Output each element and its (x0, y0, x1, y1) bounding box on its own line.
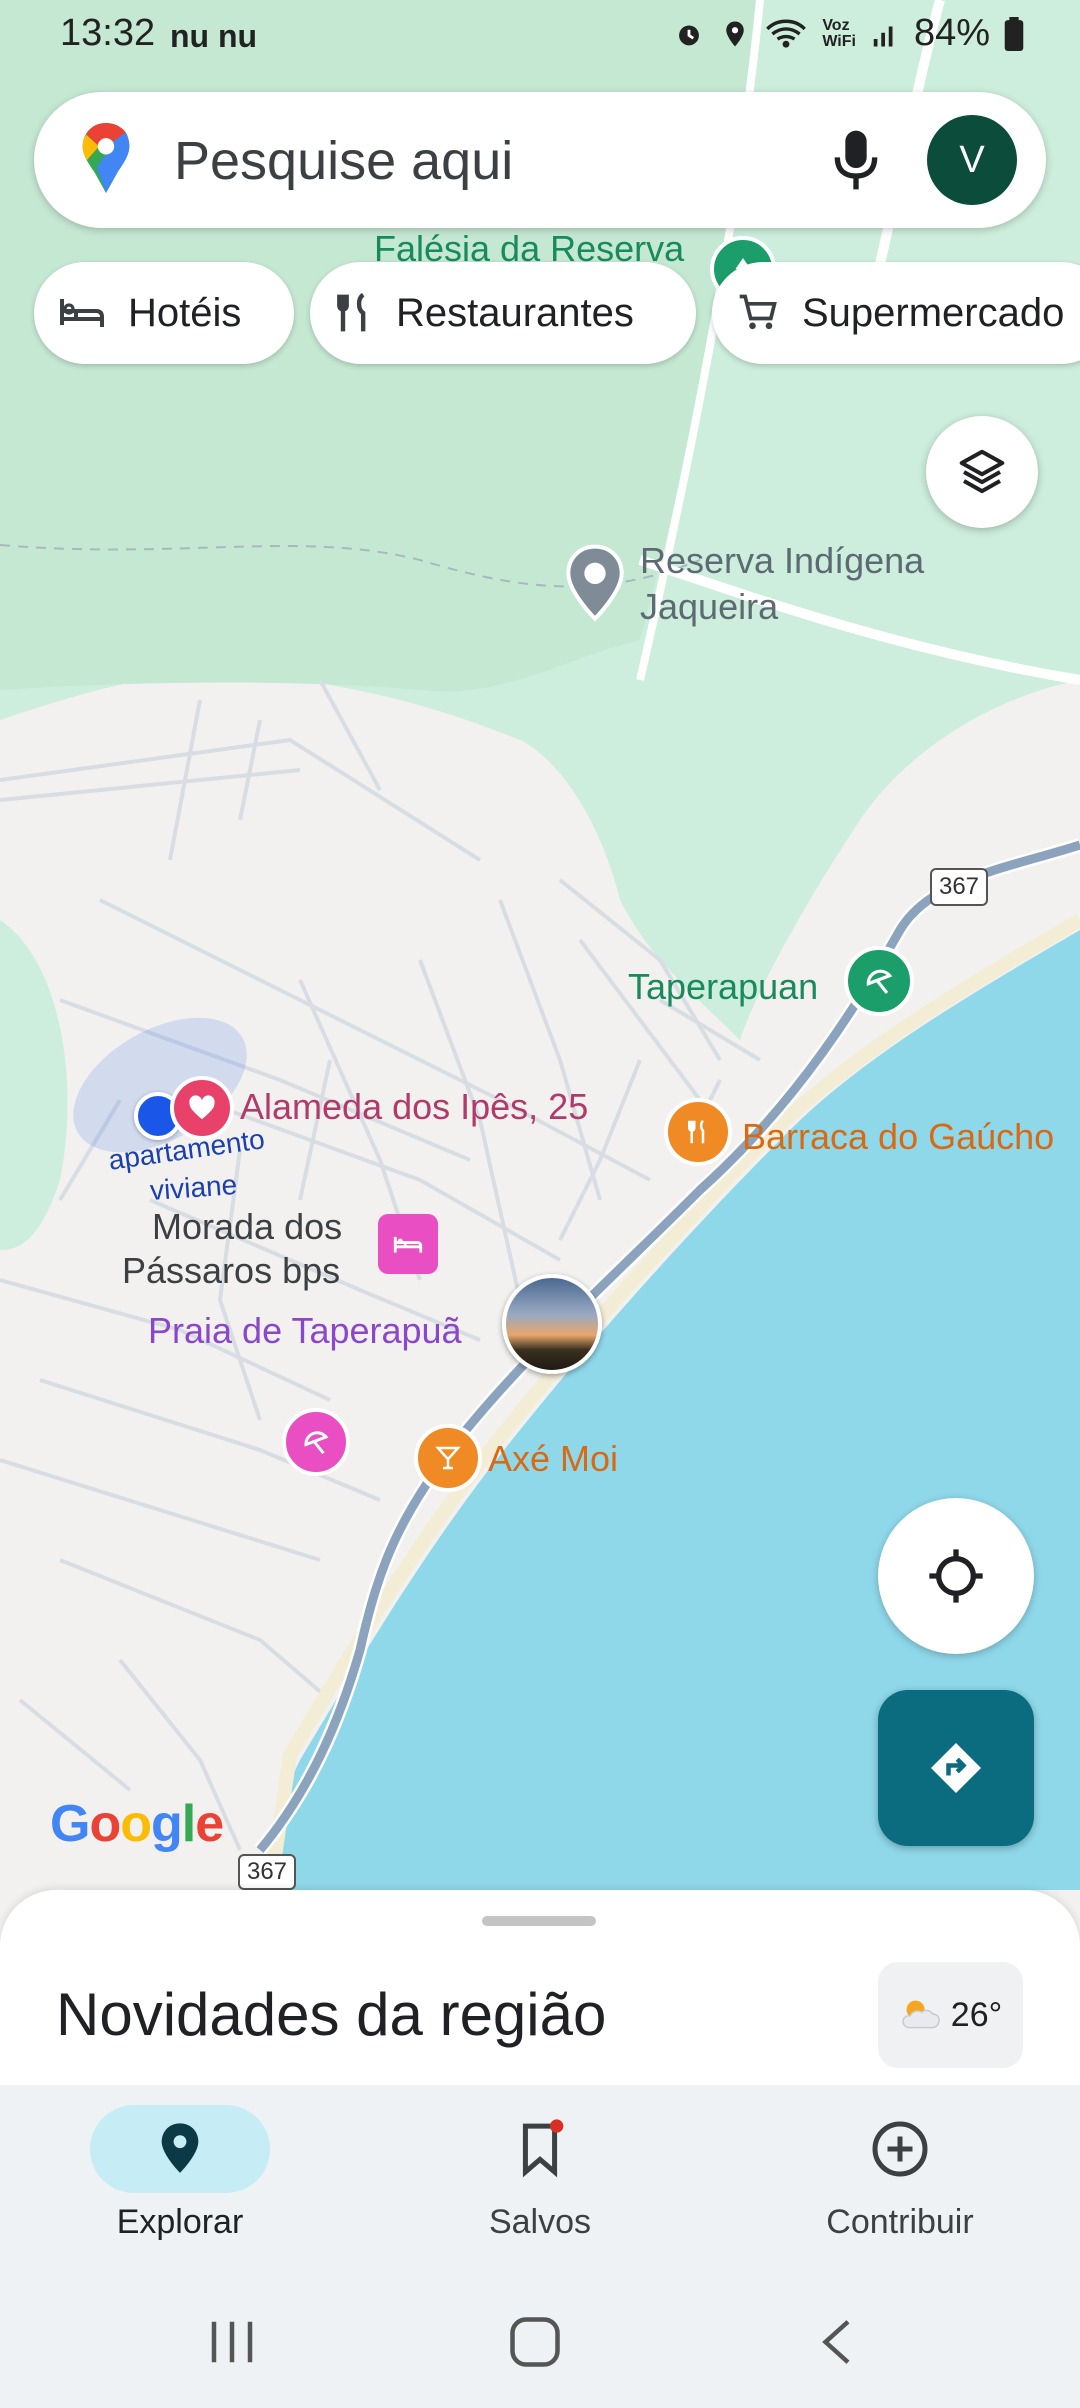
battery-percent: 84% (913, 12, 990, 54)
beach-poi-icon-pink[interactable] (282, 1408, 350, 1476)
location-status-icon (726, 21, 745, 46)
label-alameda-dos-ipes[interactable]: Alameda dos Ipês, 25 (240, 1086, 588, 1128)
bottom-navigation: Explorar Salvos Contribuir (0, 2085, 1080, 2275)
road-shield-367-bottom: 367 (238, 1854, 296, 1890)
directions-button[interactable] (878, 1690, 1034, 1846)
layers-button[interactable] (926, 416, 1038, 528)
nav-explore-label: Explorar (116, 2203, 244, 2241)
label-morada-line2[interactable]: Pássaros bps (122, 1250, 340, 1292)
chip-restaurants-label: Restaurantes (396, 290, 634, 335)
directions-icon (931, 1743, 981, 1793)
battery-icon (1004, 16, 1024, 51)
chip-restaurants[interactable]: Restaurantes (310, 262, 696, 364)
label-praia-de-taperapua[interactable]: Praia de Taperapuã (148, 1310, 462, 1352)
alarm-icon (679, 25, 700, 45)
status-time: 13:32 (60, 12, 156, 54)
add-circle-icon (872, 2121, 928, 2177)
back-icon[interactable] (812, 2317, 866, 2367)
hotel-bed-icon (60, 299, 104, 327)
road-number-bottom: 367 (246, 1858, 288, 1885)
system-navigation-bar (0, 2275, 1080, 2408)
chip-hotels-label: Hotéis (128, 290, 242, 335)
nav-saved[interactable]: Salvos (420, 2105, 660, 2242)
fork-knife-icon (337, 292, 366, 332)
chip-hotels[interactable]: Hotéis (34, 262, 294, 364)
account-avatar[interactable]: V (927, 115, 1017, 205)
road-shield-367-top: 367 (930, 868, 988, 906)
bookmark-icon (522, 2119, 564, 2178)
label-viviane[interactable]: viviane (149, 1169, 238, 1207)
label-morada-line1[interactable]: Morada dos (152, 1206, 342, 1248)
nav-contribute-label: Contribuir (826, 2203, 974, 2241)
microphone-icon[interactable] (834, 128, 878, 192)
vowifi-icon: Voz WiFi (822, 16, 856, 50)
label-taperapuan[interactable]: Taperapuan (628, 966, 818, 1008)
bar-poi-icon[interactable] (414, 1424, 482, 1492)
label-axe-moi[interactable]: Axé Moi (488, 1438, 618, 1480)
recent-apps-icon[interactable] (205, 2317, 259, 2367)
label-reserva-line2[interactable]: Jaqueira (640, 586, 778, 628)
chip-supermarkets-label: Supermercado (802, 290, 1065, 335)
bottom-sheet[interactable]: Novidades da região 26° (0, 1890, 1080, 2085)
shopping-cart-icon (739, 294, 777, 330)
weather-badge[interactable]: 26° (878, 1962, 1023, 2068)
reserva-pin-icon[interactable] (562, 544, 628, 629)
carrier-icons: nu nu (170, 18, 258, 54)
sheet-drag-handle[interactable] (482, 1916, 596, 1926)
partly-cloudy-icon (902, 2000, 940, 2029)
my-location-button[interactable] (878, 1498, 1034, 1654)
google-logo: Google (50, 1795, 224, 1853)
nav-saved-label: Salvos (488, 2203, 592, 2241)
my-location-icon (929, 1549, 983, 1603)
chip-supermarkets[interactable]: Supermercado (712, 262, 1080, 364)
temperature: 26° (950, 1995, 1003, 2034)
search-placeholder[interactable]: Pesquise aqui (174, 130, 513, 192)
beach-photo-marker[interactable] (502, 1274, 602, 1374)
status-bar: 13:32 nu nu Voz WiFi 84% (0, 0, 1080, 70)
restaurant-poi-icon[interactable] (664, 1098, 732, 1166)
wifi-icon (766, 19, 807, 48)
label-barraca-do-gaucho[interactable]: Barraca do Gaúcho (742, 1116, 1054, 1158)
nav-explore[interactable]: Explorar (60, 2105, 300, 2242)
nav-contribute[interactable]: Contribuir (780, 2105, 1020, 2242)
google-maps-logo-icon (82, 123, 130, 193)
layers-icon (959, 449, 1005, 494)
hotel-poi-icon[interactable] (378, 1214, 438, 1274)
explore-pin-icon (161, 2123, 199, 2173)
label-reserva-line1[interactable]: Reserva Indígena (640, 540, 924, 582)
road-number-top: 367 (938, 873, 980, 900)
beach-poi-icon-taperapuan[interactable] (844, 946, 914, 1016)
sheet-title: Novidades da região (56, 1981, 607, 2048)
signal-icon (873, 26, 893, 46)
home-icon[interactable] (508, 2317, 562, 2367)
search-bar[interactable]: Pesquise aqui V (34, 92, 1046, 228)
